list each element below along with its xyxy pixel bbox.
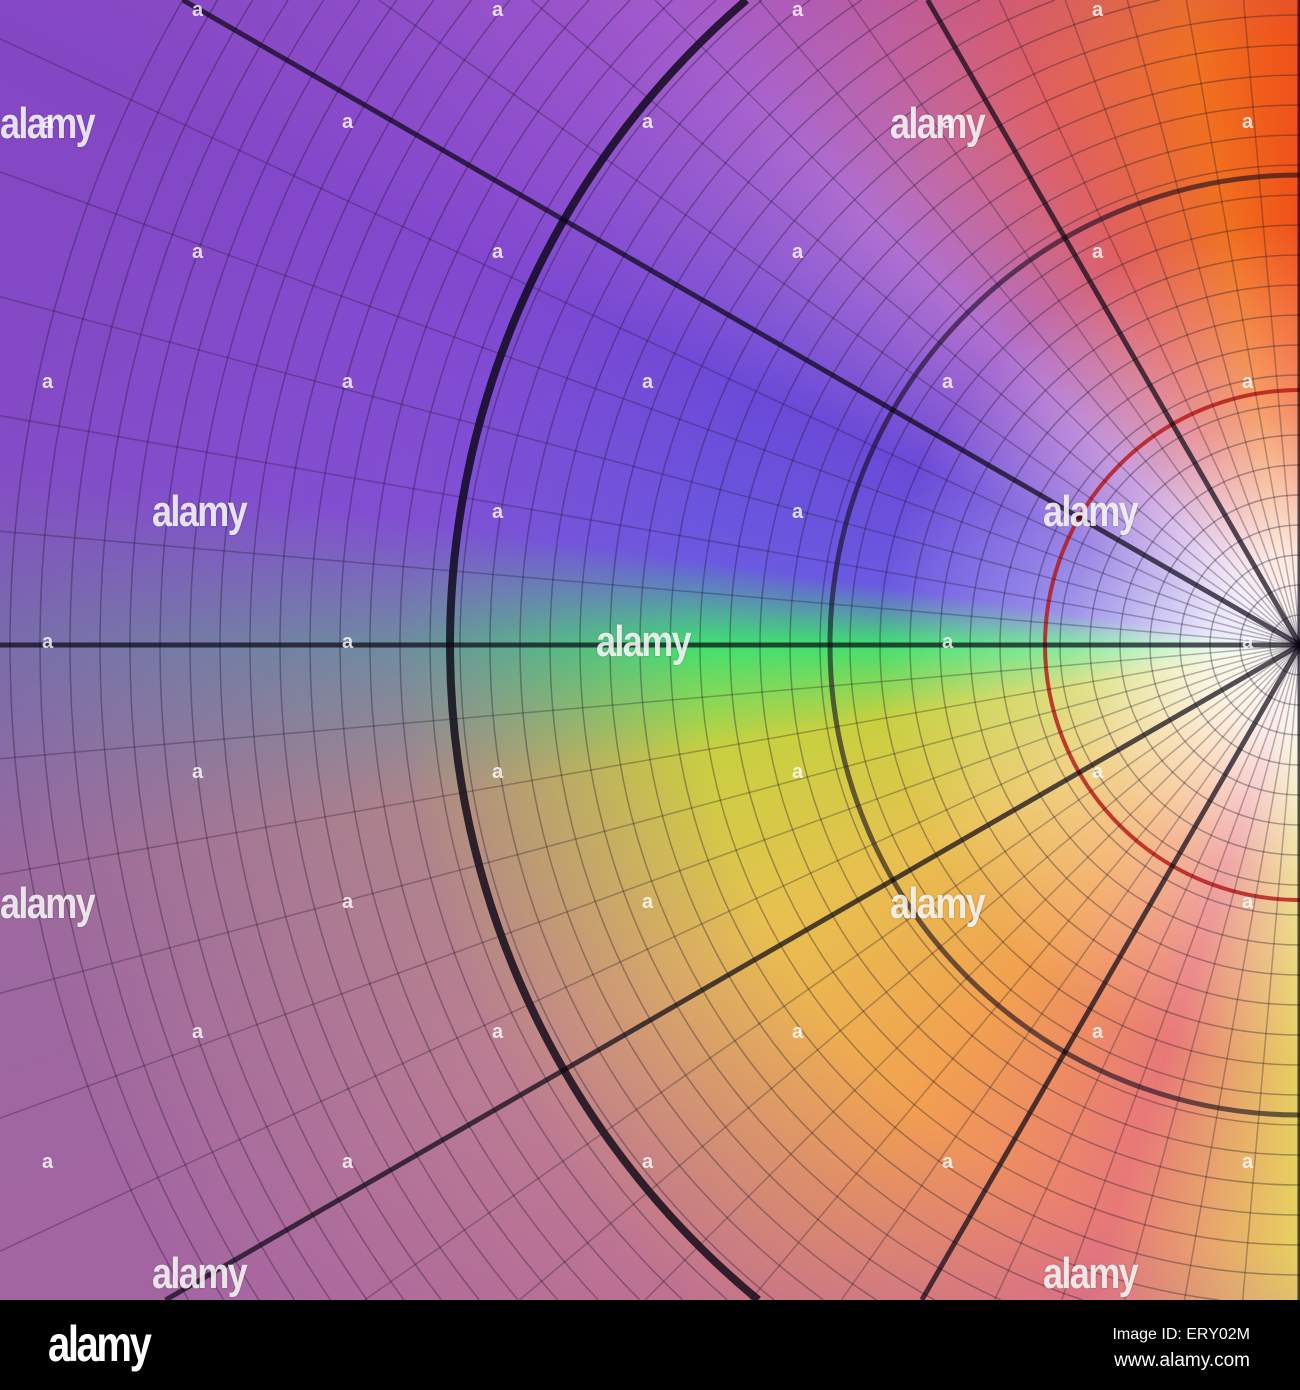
radial-line: [0, 295, 1300, 646]
radial-line: [0, 644, 1300, 1119]
watermark-mark: a: [1242, 631, 1254, 653]
watermark-mark: a: [942, 371, 954, 393]
watermark-mark: a: [1092, 1021, 1104, 1043]
watermark: alamy: [890, 879, 986, 928]
radial-line: [919, 643, 1300, 1300]
watermark-mark: a: [1242, 111, 1254, 133]
site-url: www.alamy.com: [1114, 1350, 1250, 1371]
watermark-mark: a: [492, 0, 504, 21]
radial-line: [998, 0, 1300, 646]
watermark: alamy: [596, 617, 692, 666]
footer-bar: alamy Image ID: ERY02M www.alamy.com: [0, 1300, 1300, 1390]
watermark-mark: a: [342, 1151, 354, 1173]
grid-arc: [519, 0, 877, 1300]
radial-line: [181, 0, 1300, 648]
watermark-mark: a: [492, 241, 504, 263]
watermark-mark: a: [492, 1021, 504, 1043]
watermark-mark: a: [42, 371, 54, 393]
watermark-mark: a: [642, 111, 654, 133]
watermark: alamy: [1043, 1249, 1139, 1298]
grid-arc: [99, 0, 296, 1300]
watermark: alamy: [1043, 487, 1139, 536]
watermark-mark: a: [942, 631, 954, 653]
watermark-mark: a: [342, 111, 354, 133]
stock-image-page: alamy alamy alamy alamy alamy alamy alam…: [0, 0, 1300, 1390]
watermark-mark: a: [1242, 891, 1254, 913]
grid-arc: [249, 0, 480, 1300]
abstract-fractal-image: alamy alamy alamy alamy alamy alamy alam…: [0, 0, 1300, 1300]
alamy-logo: alamy: [48, 1316, 152, 1372]
watermark-mark: a: [1092, 0, 1104, 21]
grid-arc: [39, 0, 225, 1300]
grid-arc: [69, 0, 260, 1300]
watermark-mark: a: [942, 111, 954, 133]
watermark-mark: a: [792, 241, 804, 263]
watermark-mark: a: [1242, 1151, 1254, 1173]
grid-arc: [339, 0, 599, 1300]
radial-line: [1126, 0, 1300, 646]
watermark-mark: a: [792, 0, 804, 21]
watermark: alamy: [152, 1249, 248, 1298]
radial-line: [1064, 0, 1300, 646]
watermark-mark: a: [1242, 371, 1254, 393]
watermark-mark: a: [792, 501, 804, 523]
watermark: alamy: [890, 99, 986, 148]
grid-arc: [189, 0, 405, 1300]
radial-line: [0, 644, 1300, 995]
radial-line: [1241, 644, 1300, 1300]
grid-arc: [279, 0, 519, 1300]
watermark-mark: a: [342, 371, 354, 393]
radial-line: [1242, 0, 1300, 646]
watermark-mark: a: [192, 0, 204, 21]
watermark-mark: a: [192, 241, 204, 263]
watermark-mark: a: [1092, 761, 1104, 783]
watermark-mark: a: [1092, 241, 1104, 263]
watermark-mark: a: [42, 631, 54, 653]
watermark-mark: a: [42, 1151, 54, 1173]
watermark-mark: a: [492, 501, 504, 523]
watermark-mark: a: [642, 891, 654, 913]
watermark-mark: a: [792, 761, 804, 783]
watermark: alamy: [0, 879, 96, 928]
watermark-mark: a: [342, 891, 354, 913]
watermark-mark: a: [642, 1151, 654, 1173]
watermark-mark: a: [192, 1021, 204, 1043]
watermark-mark: a: [792, 1021, 804, 1043]
watermark-mark: a: [342, 631, 354, 653]
watermark-mark: a: [642, 371, 654, 393]
watermark: alamy: [152, 487, 248, 536]
radial-line: [164, 642, 1300, 1300]
watermark-mark: a: [42, 111, 54, 133]
image-id: Image ID: ERY02M: [1112, 1326, 1250, 1343]
watermark-mark: a: [942, 1151, 954, 1173]
watermark-mark: a: [492, 761, 504, 783]
watermark-mark: a: [192, 761, 204, 783]
